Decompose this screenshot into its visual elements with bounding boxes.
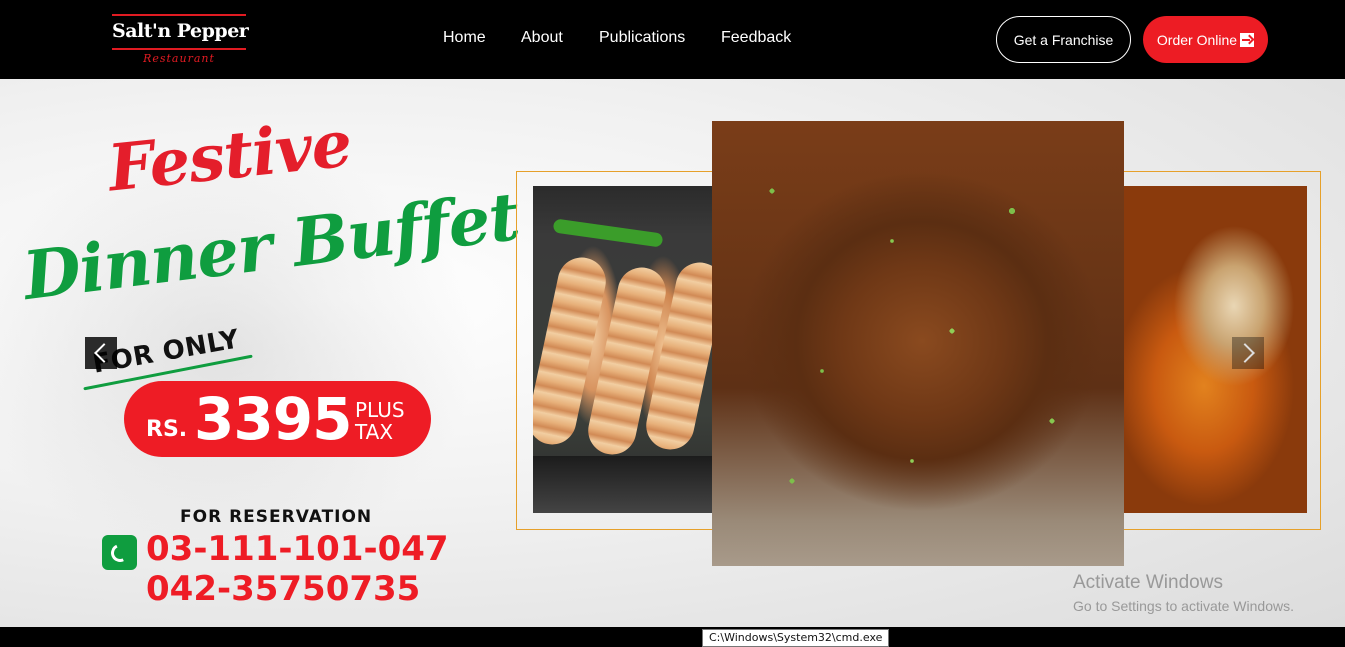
carousel-slide-left[interactable] <box>533 186 713 513</box>
price-plus: PLUS <box>355 398 405 422</box>
windows-activation-title: Activate Windows <box>1073 572 1223 593</box>
order-online-label: Order Online <box>1156 31 1238 48</box>
carousel-slide-active[interactable] <box>712 121 1124 566</box>
carousel-prev-button[interactable] <box>85 337 117 369</box>
windows-activation-subtitle[interactable]: Go to Settings to activate Windows. <box>1073 598 1294 614</box>
green-chili-shape <box>552 218 664 248</box>
headline-dinner-buffet: Dinner Buffet <box>19 176 523 316</box>
carousel-slide-right[interactable] <box>1124 186 1307 513</box>
arrow-right-icon <box>1240 32 1255 47</box>
reservation-label: FOR RESERVATION <box>180 507 373 527</box>
price-tax: TAX <box>355 420 394 444</box>
carousel-next-button[interactable] <box>1232 337 1264 369</box>
get-franchise-label: Get a Franchise <box>1013 31 1114 48</box>
phone-icon <box>102 535 137 570</box>
phone-number-secondary[interactable]: 042-35750735 <box>146 569 420 609</box>
order-online-button[interactable]: Order Online <box>1143 16 1268 63</box>
headline-festive: Festive <box>104 106 355 207</box>
price-plus-tax: PLUS TAX <box>355 399 405 443</box>
site-logo[interactable]: Salt'n Pepper Restaurant <box>112 14 249 66</box>
nav-about-link[interactable]: About <box>521 29 563 47</box>
logo-top-rule <box>112 14 246 16</box>
top-navbar: Salt'n Pepper Restaurant Home About Publ… <box>0 0 1345 79</box>
logo-sub-text: Restaurant <box>143 52 215 65</box>
price-currency: RS. <box>146 417 188 442</box>
nav-home-link[interactable]: Home <box>443 29 486 47</box>
taskbar-tooltip: C:\Windows\System32\cmd.exe <box>702 629 890 647</box>
logo-mid-rule <box>112 48 246 50</box>
price-value: 3395 <box>194 385 352 453</box>
price-badge: RS. 3395 PLUS TAX <box>124 381 431 457</box>
hero-banner: Festive Dinner Buffet FOR ONLY RS. 3395 … <box>0 79 1345 627</box>
nav-feedback-link[interactable]: Feedback <box>721 29 791 47</box>
get-franchise-button[interactable]: Get a Franchise <box>996 16 1131 63</box>
nav-publications-link[interactable]: Publications <box>599 29 685 47</box>
serving-tray <box>533 456 713 513</box>
os-taskbar <box>0 627 1345 647</box>
chevron-right-icon <box>1235 343 1255 363</box>
chevron-left-icon <box>94 343 114 363</box>
logo-main-text: Salt'n Pepper <box>112 20 249 42</box>
phone-number-primary[interactable]: 03-111-101-047 <box>146 529 449 569</box>
